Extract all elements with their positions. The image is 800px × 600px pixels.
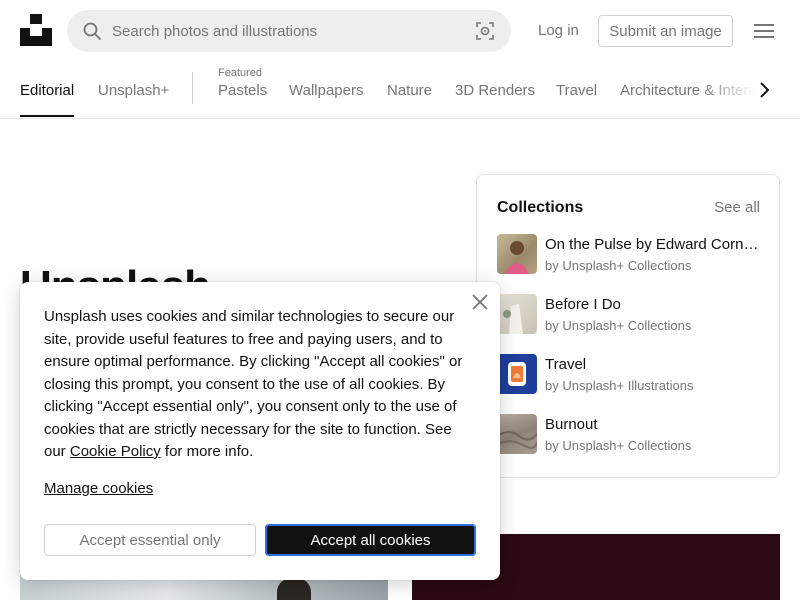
topic-divider	[192, 72, 193, 104]
collection-name: Before I Do	[545, 296, 621, 313]
collections-title: Collections	[497, 199, 584, 216]
visual-search-icon[interactable]	[475, 21, 495, 41]
cookie-consent-dialog: Unsplash uses cookies and similar techno…	[20, 282, 500, 580]
cookie-policy-link[interactable]: Cookie Policy	[70, 443, 161, 460]
collection-item[interactable]: Before I Do by Unsplash+ Collections	[497, 294, 767, 334]
search-bar	[67, 10, 511, 52]
collection-thumbnail	[497, 294, 537, 334]
search-icon[interactable]	[82, 21, 102, 41]
collection-item[interactable]: Travel by Unsplash+ Illustrations	[497, 354, 767, 394]
tab-unsplash-plus[interactable]: Unsplash+	[98, 82, 169, 99]
collection-author: by Unsplash+ Collections	[545, 318, 692, 333]
cookie-message: Unsplash uses cookies and similar techno…	[44, 306, 464, 464]
collection-thumbnail	[497, 414, 537, 454]
collection-name: On the Pulse by Edward Cornish	[545, 236, 760, 253]
login-link[interactable]: Log in	[538, 22, 579, 39]
featured-label: Featured	[218, 67, 263, 79]
collection-author: by Unsplash+ Collections	[545, 258, 692, 273]
collection-name: Burnout	[545, 416, 598, 433]
collection-name: Travel	[545, 356, 587, 373]
collection-item[interactable]: Burnout by Unsplash+ Collections	[497, 414, 767, 454]
topic-nav: Editorial Unsplash+ Featured Pastels Wal…	[0, 62, 800, 119]
photo-subject	[277, 578, 311, 600]
submit-image-button[interactable]: Submit an image	[598, 15, 733, 47]
collections-card: Collections See all On the Pulse by Edwa…	[476, 174, 780, 478]
tab-3d-renders[interactable]: 3D Renders	[455, 82, 535, 99]
cookie-message-tail: for more info.	[160, 443, 254, 460]
see-all-link[interactable]: See all	[714, 199, 760, 216]
manage-cookies-link[interactable]: Manage cookies	[44, 480, 153, 497]
tab-wallpapers[interactable]: Wallpapers	[289, 82, 363, 99]
cookie-message-text: Unsplash uses cookies and similar techno…	[44, 308, 463, 460]
chevron-right-icon[interactable]	[756, 81, 772, 99]
tab-editorial[interactable]: Editorial	[20, 82, 74, 99]
collection-author: by Unsplash+ Collections	[545, 438, 692, 453]
search-input[interactable]	[112, 10, 462, 52]
collection-item[interactable]: On the Pulse by Edward Cornish by Unspla…	[497, 234, 767, 274]
top-header: Log in Submit an image	[0, 0, 800, 62]
tab-nature[interactable]: Nature	[387, 82, 432, 99]
tab-pastels[interactable]: Pastels	[218, 82, 267, 99]
close-icon[interactable]	[470, 292, 490, 312]
accept-essential-button[interactable]: Accept essential only	[44, 524, 256, 556]
nav-fade-overlay	[700, 62, 800, 118]
hamburger-menu-icon[interactable]	[754, 24, 774, 38]
unsplash-logo-icon[interactable]	[20, 14, 52, 46]
active-tab-indicator	[20, 115, 74, 117]
collection-thumbnail	[497, 354, 537, 394]
accept-all-cookies-button[interactable]: Accept all cookies	[265, 524, 476, 556]
tab-travel[interactable]: Travel	[556, 82, 597, 99]
collection-thumbnail	[497, 234, 537, 274]
collection-author: by Unsplash+ Illustrations	[545, 378, 694, 393]
